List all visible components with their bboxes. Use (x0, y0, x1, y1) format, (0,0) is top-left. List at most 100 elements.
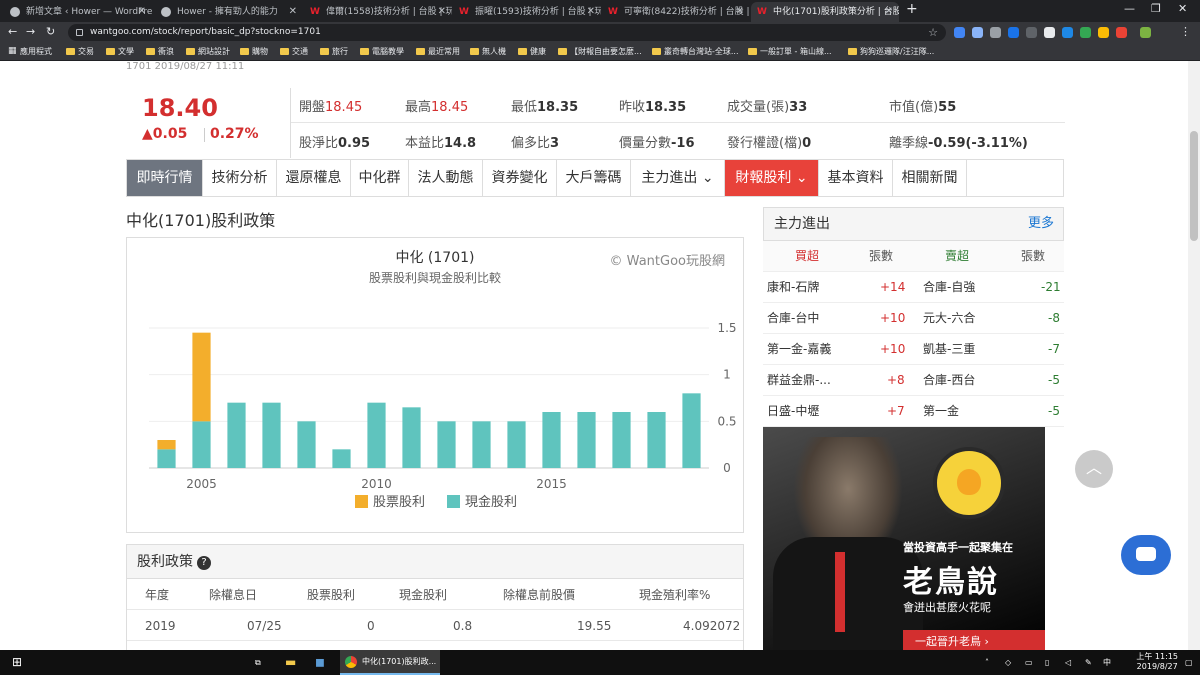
tab-adjusted[interactable]: 還原權息 (277, 160, 351, 196)
address-bar[interactable]: wantgoo.com/stock/report/basic_dp?stockn… (68, 24, 946, 41)
extension-icon[interactable] (972, 27, 983, 38)
list-item: 群益金鼎-... +8 合庫-西台 -5 (763, 365, 1064, 396)
current-price: 18.40 (142, 94, 218, 122)
extension-icon[interactable] (1098, 27, 1109, 38)
dividend-chart-card: © WantGoo玩股網 中化 (1701) 股票股利與現金股利比較 2005 2… (126, 237, 744, 533)
bar-cash-dividend (332, 449, 351, 468)
forward-icon[interactable]: → (26, 25, 35, 38)
browser-tab-active[interactable]: W中化(1701)股利政策分析 | 台股 | 玩✕ (751, 2, 899, 22)
chat-button[interactable] (1121, 535, 1171, 575)
wantgoo-icon: W (459, 7, 469, 17)
bookmark-folder[interactable]: 電腦教學 (360, 43, 404, 61)
stock-header-strip: 1701 2019/08/27 11:11 (126, 61, 245, 71)
new-tab-button[interactable]: + (906, 1, 918, 17)
pen-icon[interactable]: ✎ (1085, 650, 1092, 675)
bar-stock-dividend (157, 440, 176, 450)
browser-tab[interactable]: 新增文章 ‹ Hower — WordPress ✕ (4, 2, 152, 22)
help-icon[interactable]: ? (197, 556, 211, 570)
bookmark-folder[interactable]: 交易 (66, 43, 94, 61)
task-view-icon[interactable]: ⧉ (255, 650, 261, 675)
bookmark-folder[interactable]: 旅行 (320, 43, 348, 61)
browser-tab[interactable]: W 振曜(1593)技術分析 | 台股 | 玩股 ✕ (453, 2, 601, 22)
tab-technical[interactable]: 技術分析 (203, 160, 277, 196)
bookmark-link[interactable]: 一般訂單 - 箱山線... (748, 43, 832, 61)
bookmark-link[interactable]: 【財報自由要怎麼... (558, 43, 642, 61)
bookmark-folder[interactable]: 交通 (280, 43, 308, 61)
page-title: 中化(1701)股利政策 (126, 211, 276, 230)
bookmark-folder[interactable]: 購物 (240, 43, 268, 61)
profile-avatar[interactable] (1140, 27, 1151, 38)
browser-tab[interactable]: W 偉爾(1558)技術分析 | 台股 | 玩股 ✕ (304, 2, 452, 22)
extension-icon[interactable] (1062, 27, 1073, 38)
tray-chevron-icon[interactable]: ˄ (985, 650, 989, 675)
tab-institutional[interactable]: 法人動態 (409, 160, 483, 196)
ime-icon[interactable]: 中 (1103, 650, 1111, 675)
y-tick-label: 0.5 (717, 414, 736, 428)
bookmark-folder[interactable]: 衝浪 (146, 43, 174, 61)
tab-basic-info[interactable]: 基本資料 (819, 160, 893, 196)
notification-icon[interactable]: ▢ (1185, 650, 1193, 675)
volume-icon[interactable]: ◁ (1065, 650, 1071, 675)
close-icon[interactable]: ✕ (587, 2, 595, 22)
taskbar-chrome-app[interactable]: 中化(1701)股利政... (340, 650, 440, 675)
bookmark-folder[interactable]: 網站設計 (186, 43, 230, 61)
bookmark-folder[interactable]: 健康 (518, 43, 546, 61)
extension-icon[interactable] (1026, 27, 1037, 38)
stat-warrants: 發行權證(檔)0 (727, 136, 812, 151)
close-icon[interactable]: ✕ (438, 2, 446, 22)
list-item: 第一金-嘉義 +10 凱基-三重 -7 (763, 334, 1064, 365)
menu-kebab-icon[interactable]: ⋮ (1180, 25, 1191, 38)
browser-tab[interactable]: W 可寧衛(8422)技術分析 | 台股 | 玩 ✕ (602, 2, 750, 22)
ad-cta-button[interactable]: 一起晉升老鳥 › (903, 630, 1045, 650)
tab-margin[interactable]: 資券變化 (483, 160, 557, 196)
tab-news[interactable]: 相關新聞 (893, 160, 967, 196)
close-window-icon[interactable]: ✕ (1178, 2, 1187, 15)
url-text: wantgoo.com/stock/report/basic_dp?stockn… (90, 27, 321, 37)
app-icon[interactable]: ◼ (315, 650, 325, 675)
file-explorer-icon[interactable]: ▬ (285, 650, 296, 675)
extension-icon[interactable] (1008, 27, 1019, 38)
scrollbar-thumb[interactable] (1190, 131, 1198, 241)
star-icon[interactable]: ☆ (928, 24, 938, 41)
tab-group[interactable]: 中化群 (351, 160, 409, 196)
bookmark-apps[interactable]: ▦ 應用程式 (8, 43, 52, 61)
stat-low: 最低18.35 (511, 100, 579, 115)
browser-tab[interactable]: Hower - 擁有勁人的能力 ✕ (155, 2, 303, 22)
system-clock[interactable]: 上午 11:15 2019/8/27 (1136, 652, 1178, 672)
y-tick-label: 1.5 (717, 321, 736, 335)
bookmark-folder[interactable]: 最近常用 (416, 43, 460, 61)
more-link[interactable]: 更多 (1028, 207, 1054, 241)
tab-realtime[interactable]: 即時行情 (127, 160, 203, 196)
close-icon[interactable]: ✕ (885, 2, 893, 22)
legend-swatch (355, 495, 368, 508)
advertisement-banner[interactable]: 當投資高手一起聚集在 老鳥說 會迸出甚麼火花呢 一起晉升老鳥 › (763, 427, 1045, 650)
network-icon[interactable]: ▭ (1025, 650, 1033, 675)
restore-icon[interactable]: ❐ (1151, 2, 1161, 15)
bookmark-folder[interactable]: 文學 (106, 43, 134, 61)
page-scrollbar[interactable] (1188, 61, 1200, 650)
extension-icon[interactable] (1080, 27, 1091, 38)
minimize-icon[interactable]: — (1124, 2, 1135, 15)
bookmark-folder[interactable]: 無人機 (470, 43, 506, 61)
battery-icon[interactable]: ▯ (1045, 650, 1049, 675)
dropbox-icon[interactable]: ◇ (1005, 650, 1011, 675)
extension-icon[interactable] (1116, 27, 1127, 38)
back-icon[interactable]: ← (8, 25, 17, 38)
list-item: 合庫-台中 +10 元大-六合 -8 (763, 303, 1064, 334)
close-icon[interactable]: ✕ (289, 2, 297, 22)
windows-taskbar: ⊞ ⧉ ▬ ◼ 中化(1701)股利政... ˄ ◇ ▭ ▯ ◁ ✎ 中 上午 … (0, 650, 1200, 675)
windows-start-icon[interactable]: ⊞ (12, 650, 22, 675)
extension-icon[interactable] (1044, 27, 1055, 38)
close-icon[interactable]: ✕ (736, 2, 744, 22)
extension-icon[interactable] (990, 27, 1001, 38)
extension-icon[interactable] (954, 27, 965, 38)
scroll-to-top-button[interactable]: ︿ (1075, 450, 1113, 488)
tab-financial-dividend[interactable]: 財報股利 ⌄ (725, 160, 819, 196)
tab-main-force[interactable]: 主力進出 ⌄ (631, 160, 725, 196)
table-header-row: 年度 除權息日 股票股利 現金股利 除權息前股價 現金殖利率% (127, 580, 743, 610)
bookmark-link[interactable]: 叢奇轉台灣站-全球... (652, 43, 739, 61)
bookmark-link[interactable]: 狗狗巡邏隊/汪汪隊... (848, 43, 934, 61)
reload-icon[interactable]: ↻ (46, 25, 55, 38)
tab-major-holders[interactable]: 大戶籌碼 (557, 160, 631, 196)
close-icon[interactable]: ✕ (138, 2, 146, 22)
